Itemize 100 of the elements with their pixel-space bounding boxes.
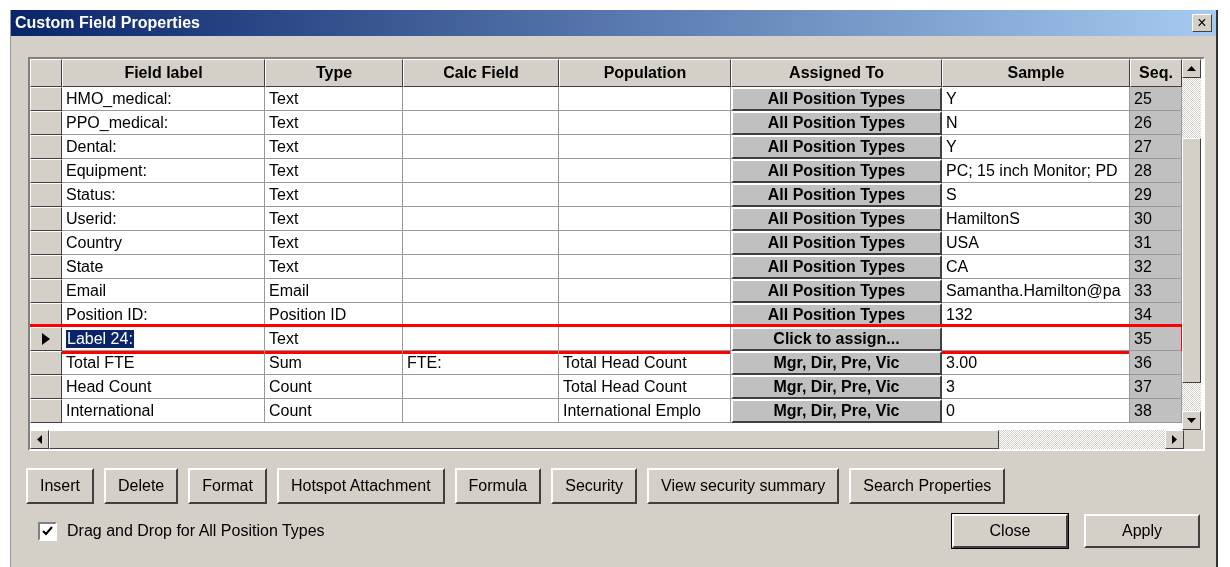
row-header[interactable]	[30, 135, 62, 159]
table-cell: Text	[265, 135, 403, 159]
table-cell: Head Count	[62, 375, 265, 399]
table-cell: Text	[265, 183, 403, 207]
scroll-right-icon[interactable]	[1165, 430, 1184, 449]
table-cell: Text	[265, 207, 403, 231]
table-cell: 26	[1130, 111, 1182, 135]
assign-button[interactable]: All Position Types	[731, 231, 942, 255]
table-cell: Country	[62, 231, 265, 255]
action-button[interactable]: Format	[188, 468, 267, 504]
row-header[interactable]	[30, 351, 62, 375]
checkbox[interactable]	[38, 521, 57, 541]
scrollbar-corner	[1184, 430, 1203, 449]
horizontal-scrollbar[interactable]	[30, 430, 1203, 449]
row-header[interactable]	[30, 327, 62, 351]
row-header[interactable]	[30, 183, 62, 207]
row-header[interactable]	[30, 399, 62, 423]
table-cell: Position ID	[265, 303, 403, 327]
column-header[interactable]: Field label	[62, 59, 265, 87]
table-cell: Text	[265, 327, 403, 351]
assign-button[interactable]: All Position Types	[731, 159, 942, 183]
action-button[interactable]: Security	[551, 468, 638, 504]
table-cell: Userid:	[62, 207, 265, 231]
table-cell: Position ID:	[62, 303, 265, 327]
scroll-up-icon[interactable]	[1182, 59, 1201, 78]
table-cell: Status:	[62, 183, 265, 207]
table-cell: HMO_medical:	[62, 87, 265, 111]
row-header[interactable]	[30, 303, 62, 327]
assign-button[interactable]: Mgr, Dir, Pre, Vic	[731, 399, 942, 423]
table-cell: 31	[1130, 231, 1182, 255]
scroll-thumb[interactable]	[49, 430, 999, 449]
table-cell: Text	[265, 231, 403, 255]
table-cell: Sum	[265, 351, 403, 375]
table-cell: Text	[265, 159, 403, 183]
row-header[interactable]	[30, 111, 62, 135]
action-button[interactable]: Hotspot Attachment	[276, 468, 445, 504]
dialog-button[interactable]: Apply	[1084, 514, 1200, 548]
column-header[interactable]: Calc Field	[403, 59, 559, 87]
table-cell: Text	[265, 87, 403, 111]
row-header[interactable]	[30, 231, 62, 255]
action-button[interactable]: Search Properties	[849, 468, 1006, 504]
assign-button[interactable]: All Position Types	[731, 135, 942, 159]
table-cell: State	[62, 255, 265, 279]
table-cell: 29	[1130, 183, 1182, 207]
assign-button[interactable]: All Position Types	[731, 255, 942, 279]
table-cell: 38	[1130, 399, 1182, 423]
dialog-button[interactable]: Close	[952, 514, 1068, 548]
row-header[interactable]	[30, 87, 62, 111]
action-button[interactable]: View security summary	[647, 468, 840, 504]
table-cell: Email	[265, 279, 403, 303]
table-cell: Text	[265, 111, 403, 135]
assign-button[interactable]: All Position Types	[731, 87, 942, 111]
table-cell: 34	[1130, 303, 1182, 327]
table-cell: FTE:	[403, 351, 559, 375]
table-cell: Count	[265, 399, 403, 423]
window-title: Custom Field Properties	[15, 14, 200, 32]
scroll-thumb[interactable]	[1182, 138, 1201, 383]
table-cell: 27	[1130, 135, 1182, 159]
table-cell: 28	[1130, 159, 1182, 183]
assign-button[interactable]: All Position Types	[731, 207, 942, 231]
assign-button[interactable]: All Position Types	[731, 279, 942, 303]
table-cell: Count	[265, 375, 403, 399]
table-cell: International	[62, 399, 265, 423]
row-header[interactable]	[30, 279, 62, 303]
scroll-down-icon[interactable]	[1182, 411, 1201, 430]
action-button[interactable]: Insert	[26, 468, 94, 504]
table-cell: Dental:	[62, 135, 265, 159]
table-cell: 35	[1130, 327, 1182, 351]
vertical-scrollbar[interactable]	[1182, 59, 1201, 430]
assign-button[interactable]: Click to assign...	[731, 327, 942, 351]
table-cell: 25	[1130, 87, 1182, 111]
row-header[interactable]	[30, 159, 62, 183]
assign-button[interactable]: All Position Types	[731, 303, 942, 327]
column-header[interactable]: Population	[559, 59, 731, 87]
row-header[interactable]	[30, 207, 62, 231]
assign-button[interactable]: Mgr, Dir, Pre, Vic	[731, 351, 942, 375]
assign-button[interactable]: All Position Types	[731, 111, 942, 135]
current-row-icon	[42, 333, 50, 345]
column-header[interactable]: Assigned To	[731, 59, 942, 87]
close-button[interactable]: ×	[1192, 14, 1212, 32]
selected-text: Label 24:	[66, 329, 134, 348]
table-cell: Total FTE	[62, 351, 265, 375]
table-cell: 36	[1130, 351, 1182, 375]
row-header[interactable]	[30, 375, 62, 399]
table-cell: Text	[265, 255, 403, 279]
column-header[interactable]: Seq.	[1130, 59, 1182, 87]
table-cell: 30	[1130, 207, 1182, 231]
row-header[interactable]	[30, 255, 62, 279]
assign-button[interactable]: Mgr, Dir, Pre, Vic	[731, 375, 942, 399]
action-button[interactable]: Delete	[104, 468, 179, 504]
table-cell: 32	[1130, 255, 1182, 279]
table-cell: 0	[942, 399, 1130, 423]
table-cell: Equipment:	[62, 159, 265, 183]
table-cell: 37	[1130, 375, 1182, 399]
checkbox-label: Drag and Drop for All Position Types	[67, 522, 325, 540]
scroll-left-icon[interactable]	[30, 430, 49, 449]
column-header[interactable]: Sample	[942, 59, 1130, 87]
column-header[interactable]: Type	[265, 59, 403, 87]
action-button[interactable]: Formula	[454, 468, 542, 504]
assign-button[interactable]: All Position Types	[731, 183, 942, 207]
